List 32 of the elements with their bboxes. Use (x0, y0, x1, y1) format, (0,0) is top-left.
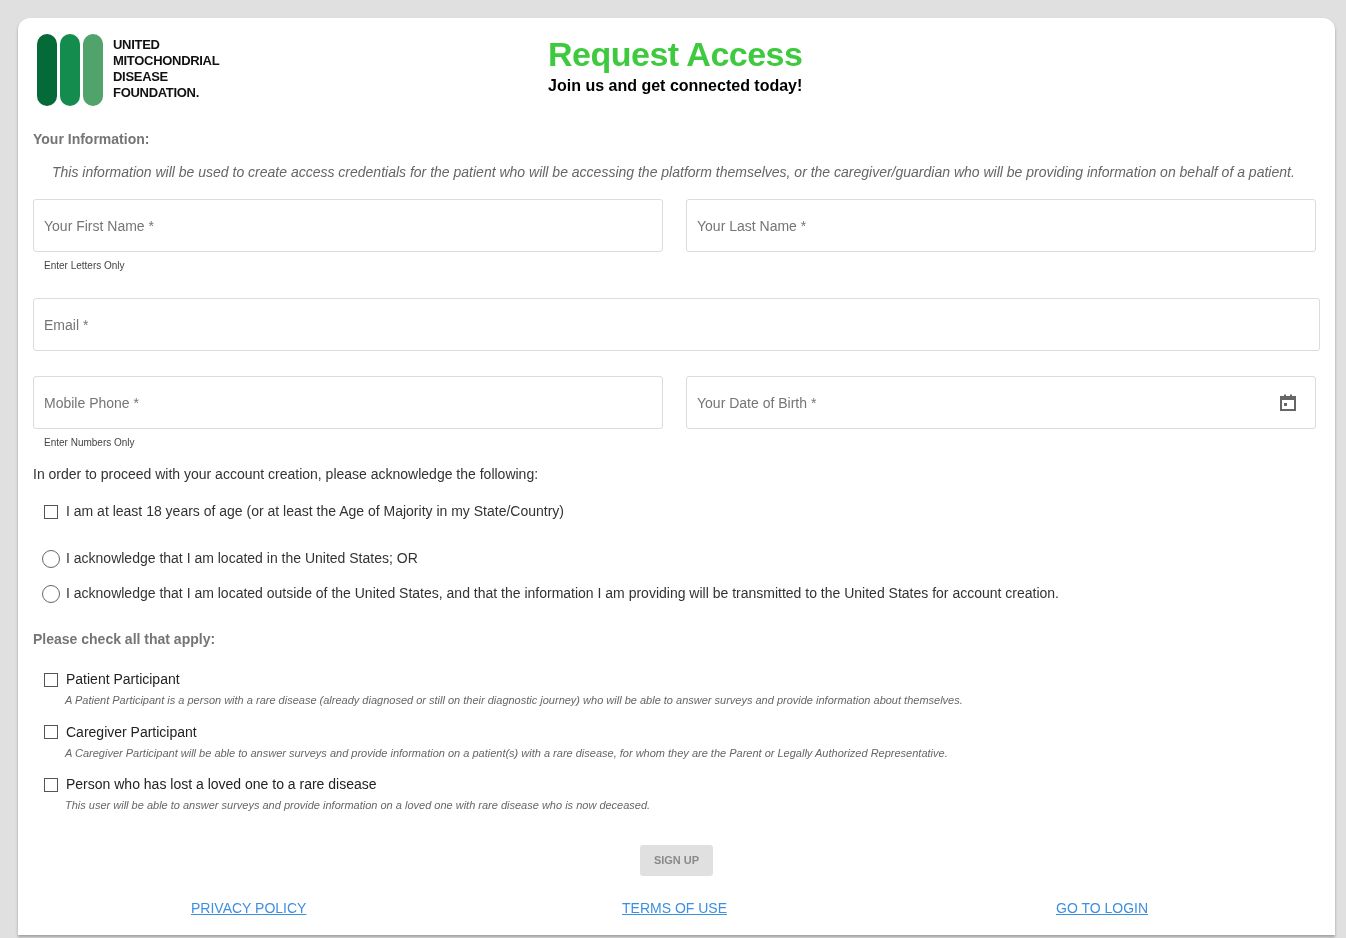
checkbox-label: Person who has lost a loved one to a rare disease (66, 775, 377, 794)
input-field[interactable]: Your Last Name * (686, 199, 1316, 252)
radio-label: I acknowledge that I am located in the United States; OR (66, 549, 418, 568)
option-description: A Caregiver Participant will be able to answer surveys and provide information on a patient(s) with a rare disease, for whom they are the Parent or Legally Authorized Representative. (63, 745, 949, 761)
section-heading: Your Information: (33, 130, 150, 149)
input-field[interactable]: Mobile Phone * (33, 376, 663, 429)
page-title: Request Access (548, 34, 803, 75)
checkbox-label: I am at least 18 years of age (or at least the Age of Majority in my State/Country) (66, 502, 564, 521)
date-field[interactable]: Your Date of Birth * (686, 376, 1316, 429)
checkbox[interactable] (44, 725, 58, 739)
checkbox[interactable] (44, 504, 58, 519)
helper-text: Enter Letters Only (43, 259, 125, 273)
checkbox-label: Caregiver Participant (66, 722, 197, 742)
input-field[interactable]: Your First Name * (33, 199, 663, 252)
option-description: This user will be able to answer surveys and provide information on a loved one with rare disease who is now deceased. (64, 798, 652, 813)
acknowledge-intro: In order to proceed with your account creation, please acknowledge the following: (33, 465, 540, 484)
page-subtitle: Join us and get connected today! (548, 76, 803, 96)
checkbox-label: Patient Participant (66, 670, 180, 689)
section-heading: Please check all that apply: (33, 630, 216, 649)
radio-label: I acknowledge that I am located outside of the United States, and that the information I am providing will be transmitted to the United States for account creation. (66, 584, 1059, 603)
input-field[interactable]: Email * (33, 298, 1320, 351)
helper-text: Enter Numbers Only (43, 436, 135, 450)
option-description: A Patient Participant is a person with a rare disease (already diagnosed or still on their diagnostic journey) who will be able to answer surveys and provide information about themselves. (63, 693, 964, 708)
footer-link[interactable]: PRIVACY POLICY (191, 897, 307, 919)
info-description: This information will be used to create access credentials for the patient who will be accessing the platform themselves, or the caregiver/guardian who will be providing information on behalf of a patient. (51, 163, 1296, 181)
checkbox[interactable] (44, 672, 58, 687)
footer-link[interactable]: TERMS OF USE (622, 897, 727, 919)
footer-link[interactable]: GO TO LOGIN (1056, 897, 1149, 919)
logo-text: UNITED MITOCHONDRIAL DISEASE FOUNDATION. (113, 37, 220, 101)
calendar-icon[interactable] (1280, 394, 1296, 411)
checkbox[interactable] (44, 777, 58, 792)
logo-icon (37, 32, 105, 106)
